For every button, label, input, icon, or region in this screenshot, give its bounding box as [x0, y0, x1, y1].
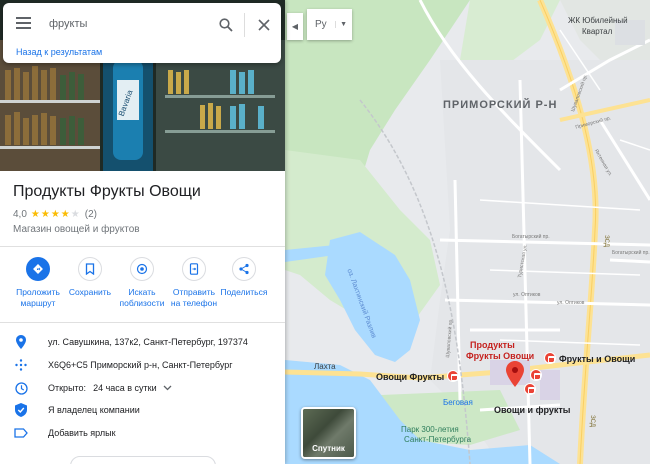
hours-label: Открыто: [48, 383, 87, 393]
back-to-results-link[interactable]: Назад к результатам [16, 47, 102, 57]
satellite-toggle[interactable]: Спутник [301, 407, 356, 459]
poi-label-vegetables-and-fruits[interactable]: Овощи и фрукты [494, 405, 570, 415]
park-label-line2: Санкт-Петербурга [404, 435, 472, 444]
nearby-icon [130, 257, 154, 281]
map-pin-icon[interactable] [506, 361, 524, 387]
label-tag-icon [14, 426, 28, 440]
location-pin-icon [14, 335, 28, 349]
owner-text: Я владелец компании [48, 405, 140, 415]
directions-button[interactable]: Проложить маршрут [8, 257, 68, 309]
action-label-line2: маршрут [20, 298, 56, 308]
road-zsd-label-2: ЗСД [588, 415, 595, 427]
poi-label-vegetables-fruits[interactable]: Овощи Фрукты [376, 372, 444, 382]
panel-bottom-button[interactable] [70, 456, 216, 464]
place-panel: Bavaria фрукты Назад к результатам Проду… [0, 0, 285, 464]
menu-icon[interactable] [16, 17, 31, 29]
search-divider [244, 13, 245, 37]
place-category[interactable]: Магазин овощей и фруктов [13, 224, 140, 235]
action-label-line1: Сохранить [68, 287, 112, 297]
action-label-line1: Искать [128, 287, 156, 297]
chevron-down-icon: ▼ [335, 21, 347, 28]
street-label: ул. Оптиков [557, 300, 585, 306]
close-icon[interactable] [257, 18, 271, 32]
review-count-link[interactable]: (2) [85, 209, 97, 220]
star-rating[interactable]: ★★★★★ [31, 209, 81, 220]
lakhta-label: Лахта [314, 362, 336, 371]
action-label-line2: на телефон [170, 298, 218, 308]
search-box: Назад к результатам [3, 3, 281, 63]
clock-icon [14, 381, 28, 395]
street-label: ул. Оптиков [513, 292, 541, 298]
jk-label-line2: Квартал [582, 27, 613, 36]
divider [0, 246, 285, 247]
address-row[interactable]: ул. Савушкина, 137к2, Санкт-Петербург, 1… [0, 331, 285, 353]
directions-icon [26, 257, 50, 281]
add-label-text: Добавить ярлык [48, 428, 116, 438]
action-bar: Проложить маршрут Сохранить Искать побли… [0, 257, 285, 317]
hours-row[interactable]: Открыто: 24 часа в сутки [0, 377, 285, 399]
share-icon [232, 257, 256, 281]
rating-value: 4,0 [13, 209, 27, 220]
grocery-store-icon[interactable] [530, 369, 542, 381]
star-empty-icon: ★ [70, 209, 81, 220]
poi-label-fruits-vegetables[interactable]: Фрукты и Овощи [559, 354, 635, 364]
grocery-store-icon[interactable] [544, 352, 556, 364]
rating-row: 4,0 ★★★★★ (2) [13, 209, 97, 220]
send-to-phone-icon [182, 257, 206, 281]
district-label: ПРИМОРСКИЙ Р-Н [443, 99, 558, 111]
street-label: Богатырский пр. [612, 250, 650, 256]
plus-code-text: X6Q6+C5 Приморский р-н, Санкт-Петербург [48, 360, 233, 370]
bookmark-icon [78, 257, 102, 281]
chevron-down-icon[interactable] [163, 385, 172, 391]
chevron-left-icon: ◀ [291, 22, 299, 31]
park-label-line1: Парк 300-летия [401, 425, 459, 434]
action-label-line2: поблизости [119, 298, 165, 308]
add-label-row[interactable]: Добавить ярлык [0, 422, 285, 444]
search-input[interactable] [49, 15, 209, 33]
divider [0, 322, 285, 323]
jk-label-line1: ЖК Юбилейный [568, 16, 628, 25]
grocery-store-icon[interactable] [524, 383, 536, 395]
grocery-store-icon[interactable] [447, 370, 459, 382]
metro-begovaya-label: Беговая [443, 398, 473, 407]
address-text: ул. Савушкина, 137к2, Санкт-Петербург, 1… [48, 337, 248, 347]
star-filled-icons: ★★★★ [30, 209, 71, 220]
verified-shield-icon [14, 403, 28, 417]
plus-code-icon [14, 358, 28, 372]
owner-row[interactable]: Я владелец компании [0, 399, 285, 421]
place-title: Продукты Фрукты Овощи [13, 183, 201, 200]
plus-code-row[interactable]: X6Q6+C5 Приморский р-н, Санкт-Петербург [0, 354, 285, 376]
street-label: Богатырский пр. [512, 234, 550, 240]
action-label-line1: Поделиться [220, 287, 268, 297]
search-icon[interactable] [219, 18, 233, 32]
language-value: Ру [315, 19, 327, 30]
language-select[interactable]: Ру ▼ [307, 9, 352, 40]
hours-value: 24 часа в сутки [93, 383, 157, 393]
search-nearby-button[interactable]: Искать поблизости [112, 257, 172, 309]
collapse-panel-button[interactable]: ◀ [287, 13, 303, 40]
satellite-label: Спутник [312, 444, 345, 453]
action-label-line1: Проложить [16, 287, 60, 297]
share-button[interactable]: Поделиться [214, 257, 274, 298]
poi-label-main-line1[interactable]: Продукты [470, 340, 515, 351]
save-button[interactable]: Сохранить [60, 257, 120, 298]
road-zsd-label-1: ЗСД [602, 235, 609, 247]
